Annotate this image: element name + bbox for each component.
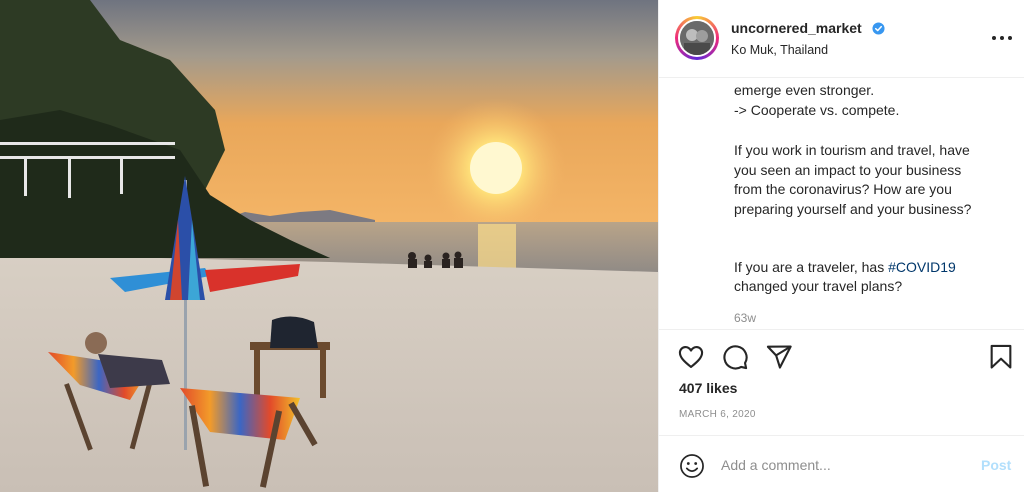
likes-count[interactable]: 407 likes <box>679 380 737 396</box>
caption-age: 63w <box>734 311 757 325</box>
comment-bar: Post <box>659 435 1024 492</box>
caption-line: from the coronavirus? How are you <box>734 181 952 197</box>
share-icon[interactable] <box>765 343 793 371</box>
caption-hashtag-line: If you are a traveler, has #COVID19 <box>734 258 956 276</box>
hashtag-link[interactable]: #COVID19 <box>888 259 956 275</box>
avatar-image <box>680 21 714 55</box>
heart-icon[interactable] <box>677 343 705 371</box>
comment-input[interactable] <box>721 454 961 476</box>
beach-sunset-image <box>0 0 658 492</box>
more-options-icon[interactable] <box>991 28 1013 48</box>
caption-scroll-area[interactable]: emerge even stronger. -> Cooperate vs. c… <box>659 79 1024 329</box>
caption-line: -> Cooperate vs. compete. <box>734 102 900 118</box>
action-bar: 407 likes MARCH 6, 2020 <box>659 329 1024 435</box>
avatar[interactable] <box>678 19 716 57</box>
bookmark-icon[interactable] <box>987 343 1015 371</box>
location-link[interactable]: Ko Muk, Thailand <box>731 43 828 57</box>
comment-icon[interactable] <box>721 343 749 371</box>
post-date[interactable]: MARCH 6, 2020 <box>679 409 756 420</box>
caption-line: If you work in tourism and travel, have <box>734 142 970 158</box>
post-photo[interactable] <box>0 0 658 492</box>
post-comment-button[interactable]: Post <box>981 457 1011 473</box>
caption-text: If you are a traveler, has <box>734 259 889 275</box>
story-ring[interactable] <box>675 16 719 60</box>
caption-line: preparing yourself and your business? <box>734 201 972 217</box>
caption-line: you seen an impact to your business <box>734 162 962 178</box>
post-header: uncornered_market Ko Muk, Thailand <box>659 0 1024 78</box>
verified-badge-icon <box>872 22 885 35</box>
post-side-panel: uncornered_market Ko Muk, Thailand emerg… <box>658 0 1024 492</box>
emoji-icon[interactable] <box>679 453 705 479</box>
caption-line: changed your travel plans? <box>734 278 903 294</box>
caption-line: emerge even stronger. <box>734 82 875 98</box>
username-link[interactable]: uncornered_market <box>731 20 862 36</box>
